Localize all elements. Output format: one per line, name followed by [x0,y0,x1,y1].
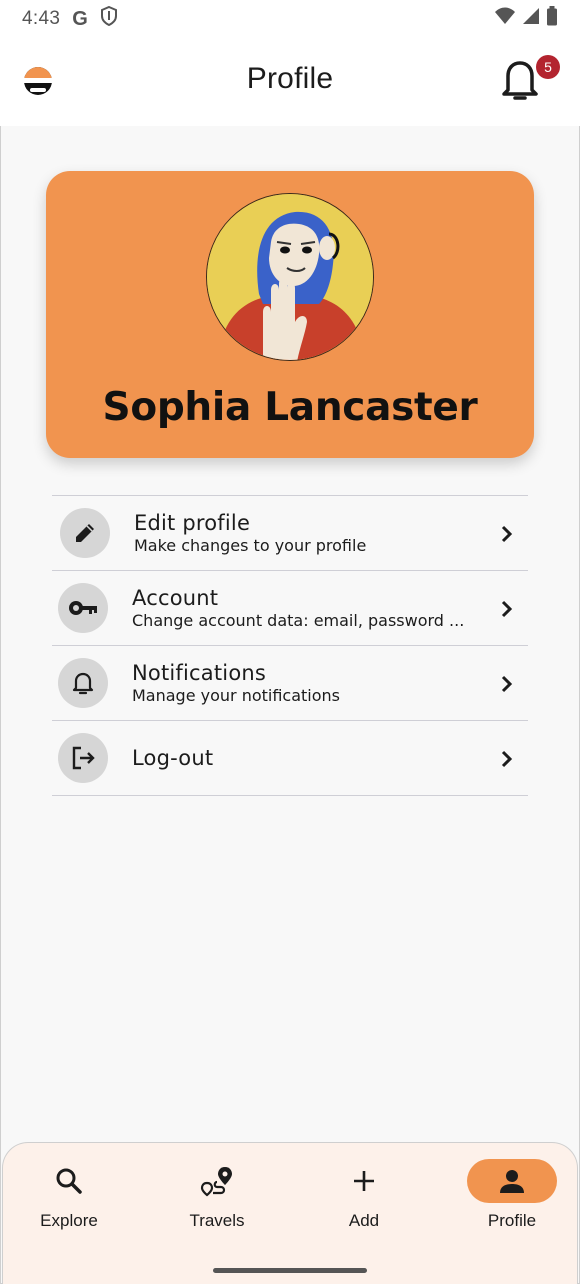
menu-item-subtitle: Change account data: email, password ... [132,611,465,630]
person-icon [467,1159,557,1203]
menu-item-notifications[interactable]: Notifications Manage your notifications [52,646,528,721]
menu-item-title: Log-out [132,746,214,770]
home-indicator[interactable] [213,1268,367,1273]
menu-item-subtitle: Manage your notifications [132,686,341,705]
nav-item-travels[interactable]: Travels [157,1143,277,1243]
chevron-right-icon [500,674,514,694]
menu-item-title: Edit profile [134,511,251,535]
route-icon [172,1159,262,1203]
menu-item-logout[interactable]: Log-out [52,721,528,796]
plus-icon [319,1159,409,1203]
menu-item-title: Account [132,586,219,610]
menu-item-title: Notifications [132,661,267,685]
bell-icon [58,658,108,708]
avatar[interactable] [206,193,374,361]
profile-name: Sophia Lancaster [102,385,478,430]
pencil-icon [60,508,110,558]
nav-item-profile[interactable]: Profile [452,1143,572,1243]
bottom-nav: Explore Travels Add Profile [2,1142,578,1284]
nav-label: Add [348,1211,380,1230]
key-icon [58,583,108,633]
menu-item-subtitle: Make changes to your profile [134,536,367,555]
nav-label: Profile [487,1211,537,1230]
battery-icon [546,6,558,32]
chevron-right-icon [500,749,514,769]
chevron-right-icon [500,599,514,619]
signal-icon [522,7,540,31]
logout-icon [58,733,108,783]
shield-icon [100,5,118,32]
wifi-icon [494,7,516,31]
app-bar: Profile [0,38,580,126]
status-time: 4:43 [22,8,61,29]
menu-item-edit-profile[interactable]: Edit profile Make changes to your profil… [52,496,528,571]
page-title: Profile [246,62,334,95]
search-icon [24,1159,114,1203]
chevron-right-icon [500,524,514,544]
status-bar: 4:43 G [0,0,580,38]
profile-card: Sophia Lancaster [46,171,534,458]
nav-label: Explore [40,1211,98,1230]
nav-item-add[interactable]: Add [304,1143,424,1243]
nav-label: Travels [189,1211,245,1230]
google-icon: G [72,7,88,30]
notification-count-badge: 5 [536,55,560,79]
profile-menu: Edit profile Make changes to your profil… [52,495,528,796]
menu-item-account[interactable]: Account Change account data: email, pass… [52,571,528,646]
nav-item-explore[interactable]: Explore [9,1143,129,1243]
